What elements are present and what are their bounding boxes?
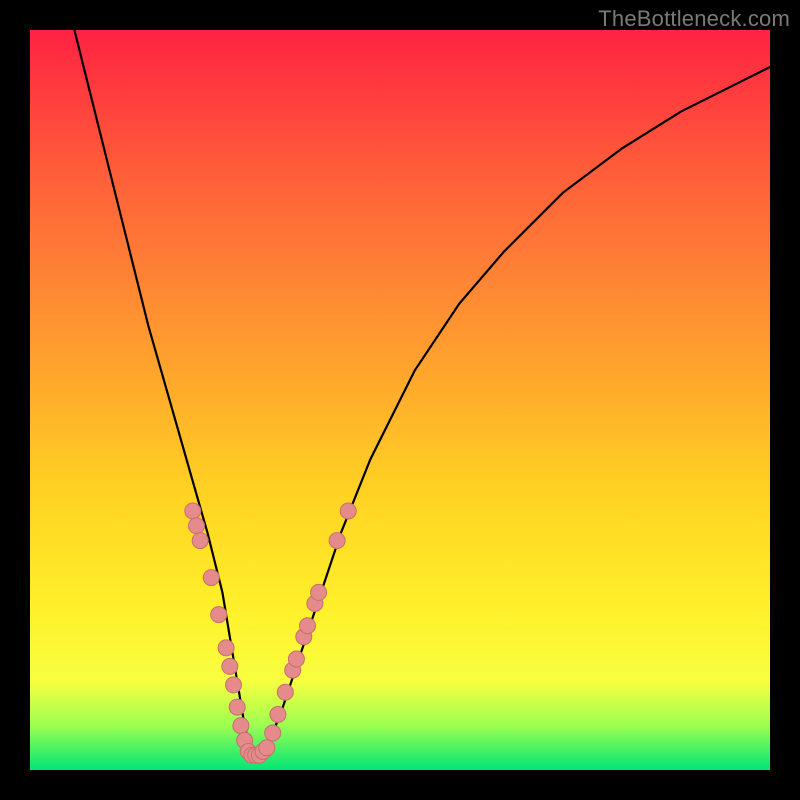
data-point-marker: [259, 740, 275, 756]
data-point-marker: [203, 570, 219, 586]
watermark-text: TheBottleneck.com: [598, 6, 790, 32]
data-point-marker: [192, 533, 208, 549]
data-point-marker: [211, 607, 227, 623]
data-point-marker: [233, 718, 249, 734]
data-point-marker: [270, 707, 286, 723]
data-point-marker: [265, 725, 281, 741]
data-point-marker: [218, 640, 234, 656]
data-point-marker: [277, 684, 293, 700]
data-point-marker: [222, 658, 238, 674]
data-point-marker: [288, 651, 304, 667]
data-point-marker: [311, 584, 327, 600]
data-point-marker: [340, 503, 356, 519]
data-point-marker: [229, 699, 245, 715]
bottleneck-curve: [74, 30, 770, 755]
data-point-marker: [185, 503, 201, 519]
data-point-marker: [189, 518, 205, 534]
data-point-marker: [300, 618, 316, 634]
data-point-marker: [226, 677, 242, 693]
chart-plot-area: [30, 30, 770, 770]
chart-svg: [30, 30, 770, 770]
data-point-marker: [329, 533, 345, 549]
